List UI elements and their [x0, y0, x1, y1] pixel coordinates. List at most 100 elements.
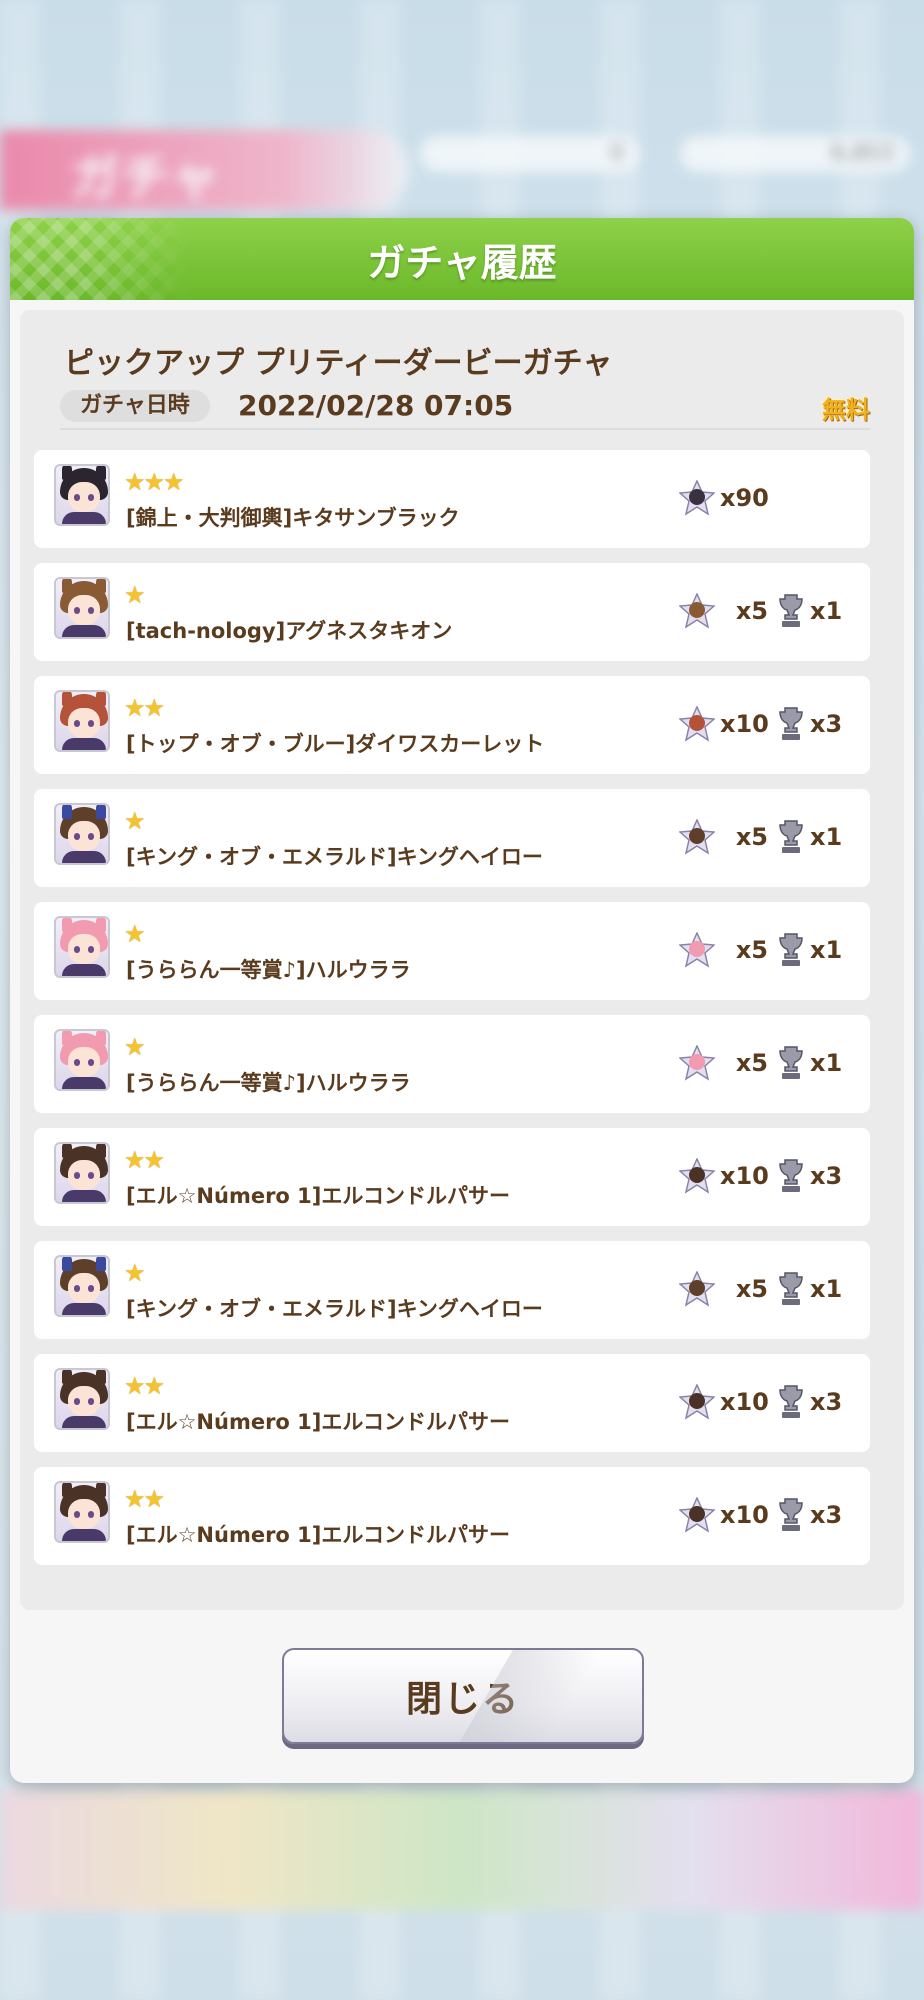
uma-piece-icon — [678, 1044, 716, 1081]
trophy-count: x3 — [810, 1501, 843, 1529]
card-name: [うららん一等賞♪]ハルウララ — [126, 1071, 411, 1095]
uma-piece-icon — [678, 1496, 716, 1533]
result-row[interactable]: ★ [うららん一等賞♪]ハルウララ x5 x1 — [34, 1015, 870, 1113]
card-name: [キング・オブ・エメラルド]キングヘイロー — [126, 1297, 543, 1321]
avatar-face — [68, 1160, 100, 1190]
trophy-count: x3 — [810, 710, 843, 738]
rarity-stars: ★ — [124, 807, 145, 835]
rarity-stars: ★ — [124, 1033, 145, 1061]
avatar-body — [62, 625, 106, 637]
avatar-body — [62, 1303, 106, 1315]
piece-count: x10 — [720, 1501, 769, 1529]
date-value: 2022/02/28 07:05 — [238, 389, 514, 422]
avatar-ear-right — [96, 692, 106, 706]
avatar-face — [68, 482, 100, 512]
character-avatar — [54, 916, 110, 978]
avatar-ear-right — [96, 1483, 106, 1497]
uma-piece-face — [689, 1280, 705, 1296]
avatar-ear-left — [62, 1257, 72, 1271]
avatar-eye-right — [88, 1172, 94, 1179]
avatar-eye-left — [74, 720, 80, 727]
avatar-ear-right — [96, 1370, 106, 1384]
avatar-eye-right — [88, 833, 94, 840]
uma-piece-icon — [678, 705, 716, 742]
avatar-eye-right — [88, 1059, 94, 1066]
piece-count: x5 — [735, 1275, 768, 1303]
trophy-count: x1 — [810, 1275, 843, 1303]
trophy-icon — [776, 1271, 806, 1307]
character-avatar — [54, 1481, 110, 1543]
trophy-icon — [776, 706, 806, 742]
card-name: [トップ・オブ・ブルー]ダイワスカーレット — [126, 732, 545, 756]
uma-piece-face — [689, 828, 705, 844]
avatar-eye-left — [74, 1172, 80, 1179]
avatar-ear-right — [96, 1144, 106, 1158]
avatar-ear-left — [62, 1370, 72, 1384]
trophy-count: x1 — [810, 597, 843, 625]
banner-title: ピックアップ プリティーダービーガチャ — [64, 346, 613, 381]
avatar-face — [68, 1499, 100, 1529]
uma-piece-face — [689, 489, 705, 505]
avatar-face — [68, 1273, 100, 1303]
character-avatar — [54, 1255, 110, 1317]
uma-piece-icon — [678, 1157, 716, 1194]
close-button[interactable]: 閉じる — [282, 1648, 644, 1744]
rarity-stars: ★★ — [124, 1485, 165, 1513]
avatar-face — [68, 1386, 100, 1416]
result-row[interactable]: ★ [キング・オブ・エメラルド]キングヘイロー x5 x1 — [34, 789, 870, 887]
avatar-ear-left — [62, 1031, 72, 1045]
character-avatar — [54, 577, 110, 639]
trophy-icon — [776, 1384, 806, 1420]
avatar-eye-right — [88, 1285, 94, 1292]
character-avatar — [54, 464, 110, 526]
avatar-body — [62, 851, 106, 863]
avatar-ear-left — [62, 1483, 72, 1497]
avatar-face — [68, 934, 100, 964]
character-avatar — [54, 803, 110, 865]
uma-piece-icon — [678, 479, 716, 516]
rarity-stars: ★★★ — [124, 468, 185, 496]
avatar-eye-right — [88, 946, 94, 953]
piece-count: x5 — [735, 823, 768, 851]
result-row[interactable]: ★★ [エル☆Número 1]エルコンドルパサー x10 x3 — [34, 1467, 870, 1565]
result-row[interactable]: ★ [うららん一等賞♪]ハルウララ x5 x1 — [34, 902, 870, 1000]
piece-count: x5 — [735, 597, 768, 625]
avatar-ear-right — [96, 805, 106, 819]
avatar-ear-right — [96, 579, 106, 593]
avatar-ear-left — [62, 692, 72, 706]
trophy-icon — [776, 1158, 806, 1194]
trophy-icon — [776, 593, 806, 629]
rarity-stars: ★ — [124, 581, 145, 609]
uma-piece-face — [689, 602, 705, 618]
piece-count: x10 — [720, 1388, 769, 1416]
avatar-ear-left — [62, 805, 72, 819]
avatar-eye-left — [74, 607, 80, 614]
trophy-icon — [776, 1497, 806, 1533]
rarity-stars: ★★ — [124, 1146, 165, 1174]
uma-piece-icon — [678, 1383, 716, 1420]
result-row[interactable]: ★★ [トップ・オブ・ブルー]ダイワスカーレット x10 x3 — [34, 676, 870, 774]
uma-piece-face — [689, 1054, 705, 1070]
dialog-header: ガチャ履歴 — [10, 218, 914, 300]
avatar-eye-left — [74, 1511, 80, 1518]
avatar-ear-left — [62, 1144, 72, 1158]
result-row[interactable]: ★★ [エル☆Número 1]エルコンドルパサー x10 x3 — [34, 1128, 870, 1226]
result-row[interactable]: ★★ [エル☆Número 1]エルコンドルパサー x10 x3 — [34, 1354, 870, 1452]
card-name: [エル☆Número 1]エルコンドルパサー — [126, 1523, 510, 1547]
trophy-icon — [776, 819, 806, 855]
avatar-eye-left — [74, 1285, 80, 1292]
uma-piece-face — [689, 941, 705, 957]
result-list: ★★★ [錦上・大判御輿]キタサンブラック x90 ★ [tach-nology… — [34, 450, 870, 1580]
result-row[interactable]: ★ [tach-nology]アグネスタキオン x5 x1 — [34, 563, 870, 661]
result-row[interactable]: ★★★ [錦上・大判御輿]キタサンブラック x90 — [34, 450, 870, 548]
avatar-face — [68, 595, 100, 625]
avatar-eye-right — [88, 720, 94, 727]
avatar-eye-left — [74, 1059, 80, 1066]
piece-count: x5 — [735, 1049, 768, 1077]
avatar-ear-left — [62, 918, 72, 932]
avatar-face — [68, 821, 100, 851]
result-row[interactable]: ★ [キング・オブ・エメラルド]キングヘイロー x5 x1 — [34, 1241, 870, 1339]
gacha-history-dialog: ガチャ履歴 ピックアップ プリティーダービーガチャ ガチャ日時 2022/02/… — [10, 218, 914, 1783]
avatar-ear-left — [62, 466, 72, 480]
rarity-stars: ★ — [124, 920, 145, 948]
